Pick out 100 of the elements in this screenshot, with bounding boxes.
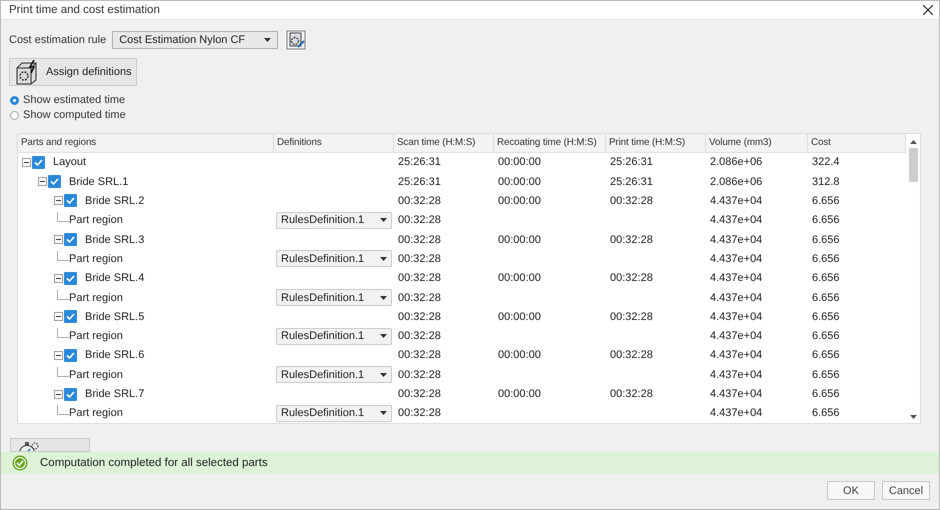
scroll-thumb[interactable] [908,148,918,182]
ok-button[interactable]: OK [827,481,875,500]
checkbox[interactable] [64,310,77,324]
definition-dropdown[interactable]: RulesDefinition.1 [276,289,392,306]
tree-item[interactable]: Bride SRL.3 [85,234,144,246]
collapse-icon[interactable] [54,350,63,360]
column-header[interactable]: Volume (mm3) [706,134,808,152]
definition-dropdown[interactable]: RulesDefinition.1 [276,404,392,422]
tree-item[interactable]: Bride SRL.2 [85,194,144,207]
table-cell: 312.8 [812,176,840,188]
caret-icon [380,334,387,338]
table-cell: 322.4 [812,156,840,168]
table-cell: 00:00:00 [498,234,541,246]
tree-item[interactable]: Bride SRL.4 [85,272,144,284]
checkbox[interactable] [64,194,77,208]
table-cell: 6.656 [812,214,840,226]
table-cell: 6.656 [812,272,840,284]
column-header[interactable]: Definitions [274,134,394,152]
table-cell: 6.656 [812,252,840,265]
table-cell: 2.086e+06 [710,176,762,188]
table-cell: 6.656 [812,194,840,207]
definition-dropdown[interactable]: RulesDefinition.1 [276,212,392,229]
checkbox[interactable] [64,272,77,285]
table-cell: 00:32:28 [398,252,441,265]
definition-dropdown[interactable]: RulesDefinition.1 [276,328,392,345]
gear-document-icon[interactable] [286,30,306,50]
collapse-icon[interactable] [54,312,63,322]
table-cell: 4.437e+04 [710,292,762,304]
table-cell: 00:00:00 [498,272,541,284]
tree-item[interactable]: Part region [69,368,123,381]
column-header[interactable]: Print time (H:M:S) [606,134,706,152]
table-cell: 00:00:00 [498,156,541,168]
scroll-up-icon[interactable] [910,140,916,144]
tree-item[interactable]: Bride SRL.5 [85,310,144,323]
definition-dropdown[interactable]: RulesDefinition.1 [276,366,392,384]
table-cell: 6.656 [812,330,840,342]
tree-item[interactable]: Part region [69,214,123,226]
table-cell: 00:32:28 [398,310,441,323]
table-cell: 00:00:00 [498,194,541,207]
table-cell: 4.437e+04 [710,407,762,420]
table-cell: 00:32:28 [398,214,441,226]
table-cell: 25:26:31 [610,176,653,188]
collapse-icon[interactable] [54,235,63,244]
tree-item[interactable]: Bride SRL.6 [85,349,144,362]
checkbox[interactable] [48,175,61,188]
table-cell: 00:32:28 [398,388,441,400]
collapse-icon[interactable] [54,390,63,399]
rule-dropdown[interactable]: Cost Estimation Nylon CF [112,31,278,49]
table-cell: 6.656 [812,349,840,362]
tree-item[interactable]: Part region [69,330,123,342]
table-cell: 6.656 [812,368,840,381]
compute-button[interactable] [10,438,90,452]
table-cell: 00:32:28 [398,330,441,342]
caret-icon [380,256,387,261]
status-message: Computation completed for all selected parts [40,457,268,469]
definition-dropdown[interactable]: RulesDefinition.1 [276,250,392,268]
window-title: Print time and cost estimation [9,4,160,16]
table-cell: 00:32:28 [398,368,441,381]
tree-item[interactable]: Layout [53,156,86,168]
column-header[interactable]: Recoating time (H:M:S) [494,134,606,152]
column-header[interactable]: Scan time (H:M:S) [394,134,494,152]
collapse-icon[interactable] [54,196,63,206]
option-label: Show estimated time [23,94,126,106]
table-cell: 00:32:28 [398,292,441,304]
tree-item[interactable]: Part region [69,252,123,265]
table-cell: 4.437e+04 [710,349,762,362]
scroll-down-icon[interactable] [910,415,916,419]
table-cell: 00:32:28 [610,310,653,323]
table-cell: 6.656 [812,407,840,420]
table-cell: 4.437e+04 [710,214,762,226]
radio-button[interactable] [10,96,19,104]
table-cell: 6.656 [812,234,840,246]
table-cell: 00:32:28 [398,407,441,420]
table-cell: 4.437e+04 [710,272,762,284]
table-cell: 00:00:00 [498,388,541,400]
assign-definitions-button[interactable]: Assign definitions [9,58,137,86]
tree-item[interactable]: Part region [69,292,123,304]
tree-item[interactable]: Bride SRL.1 [69,176,128,188]
tree-item[interactable]: Part region [69,407,123,420]
table-cell: 4.437e+04 [710,330,762,342]
table-cell: 00:32:28 [610,194,653,207]
radio-button[interactable] [10,110,19,120]
collapse-icon[interactable] [54,274,63,283]
cancel-button[interactable]: Cancel [882,481,930,500]
table-cell: 6.656 [812,310,840,323]
table-cell: 25:26:31 [398,176,441,188]
close-icon[interactable] [923,5,933,15]
checkbox[interactable] [64,348,77,362]
tree-item[interactable]: Bride SRL.7 [85,388,144,400]
table-cell: 00:00:00 [498,310,541,323]
table-cell: 25:26:31 [610,156,653,168]
checkbox[interactable] [64,233,77,246]
collapse-icon[interactable] [22,158,31,167]
checkbox[interactable] [32,156,45,169]
checkbox[interactable] [64,388,77,401]
column-header[interactable]: Parts and regions [18,134,274,152]
table-cell: 00:32:28 [398,272,441,284]
table-cell: 00:32:28 [398,234,441,246]
table-cell: 4.437e+04 [710,194,762,207]
collapse-icon[interactable] [38,177,47,186]
